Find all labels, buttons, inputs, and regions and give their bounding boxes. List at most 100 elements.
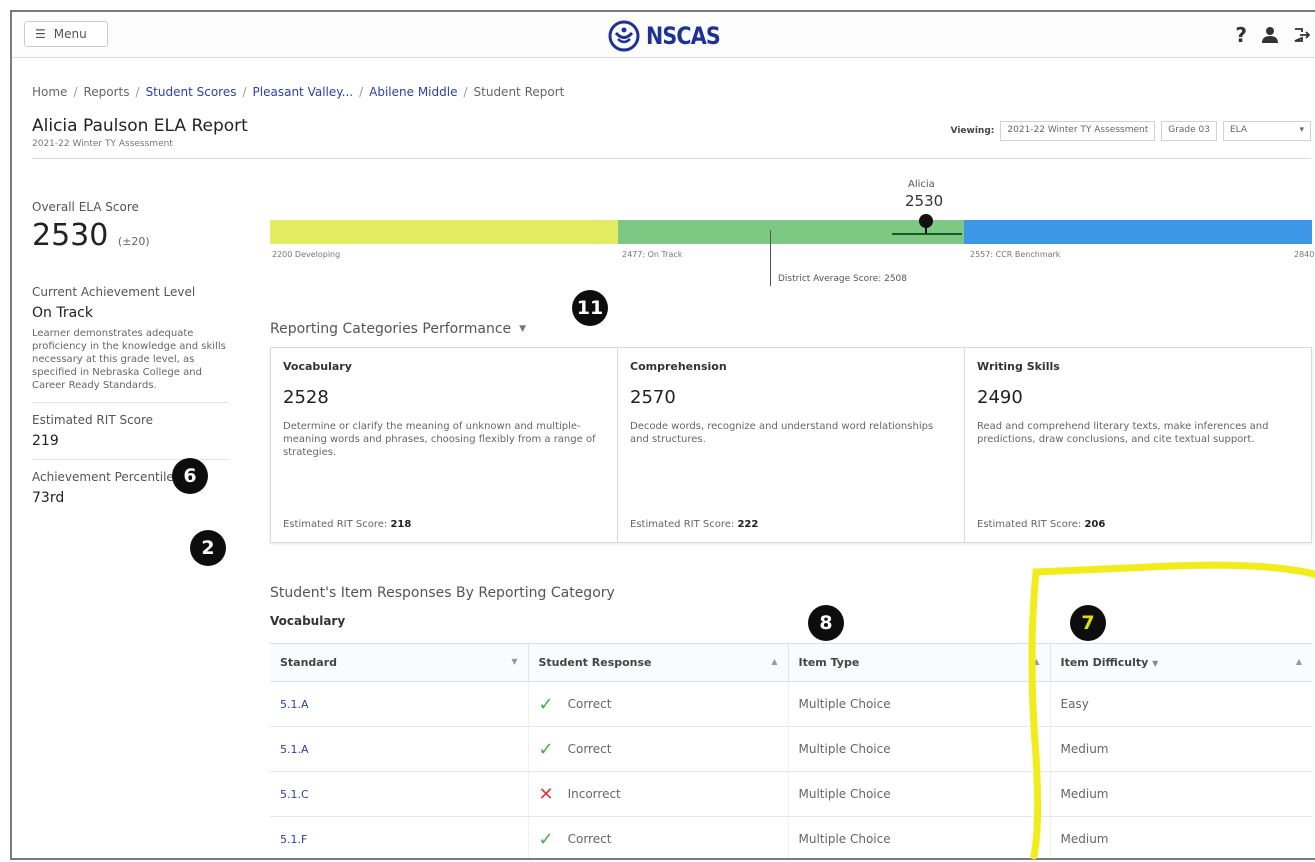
sort-down-icon[interactable]: ▼ bbox=[519, 324, 526, 334]
column-header-standard[interactable]: Standard ▼ bbox=[270, 643, 529, 682]
table-row: 5.1.F ✓ Correct Multiple Choice Medium bbox=[270, 816, 1312, 858]
item-type-cell: Multiple Choice bbox=[788, 726, 1051, 772]
item-type-cell: Multiple Choice bbox=[788, 816, 1051, 858]
column-header-item-difficulty[interactable]: Item Difficulty ▼ ▲ bbox=[1050, 643, 1312, 682]
help-icon[interactable]: ? bbox=[1235, 23, 1247, 47]
category-description: Determine or clarify the meaning of unkn… bbox=[283, 421, 596, 458]
achievement-level-value: On Track bbox=[32, 305, 93, 321]
item-type-cell: Multiple Choice bbox=[788, 771, 1051, 817]
sort-icon[interactable]: ▲ bbox=[1033, 657, 1039, 666]
standard-link[interactable]: 5.1.A bbox=[270, 726, 529, 772]
column-header-item-type[interactable]: Item Type ▲ bbox=[788, 643, 1051, 682]
breadcrumb-separator: / bbox=[463, 85, 468, 99]
standard-link[interactable]: 5.1.A bbox=[270, 681, 529, 727]
scale-segment-ccr-benchmark bbox=[964, 220, 1312, 244]
breadcrumb-reports[interactable]: Reports bbox=[83, 85, 129, 99]
category-name: Comprehension bbox=[630, 360, 727, 373]
reporting-categories-label: Reporting Categories Performance bbox=[270, 321, 512, 337]
item-type-cell: Multiple Choice bbox=[788, 681, 1051, 727]
student-marker-name: Alicia bbox=[908, 179, 935, 190]
breadcrumb-separator: / bbox=[359, 85, 364, 99]
student-marker-dot bbox=[919, 214, 933, 228]
page-title: Alicia Paulson ELA Report bbox=[32, 116, 248, 136]
table-header-row: Standard ▼ Student Response ▲ Item Type ▲ I… bbox=[270, 643, 1312, 682]
category-score: 2490 bbox=[977, 387, 1023, 408]
overall-score-label: Overall ELA Score bbox=[32, 200, 139, 214]
item-responses-table: Standard ▼ Student Response ▲ Item Type ▲ I… bbox=[270, 643, 1312, 858]
sort-down-icon[interactable]: ▼ bbox=[1152, 659, 1158, 668]
category-card-comprehension[interactable]: Comprehension 2570 Decode words, recogni… bbox=[618, 348, 965, 542]
category-score: 2570 bbox=[630, 387, 676, 408]
breadcrumb-student-scores[interactable]: Student Scores bbox=[146, 85, 237, 99]
achievement-level-description: Learner demonstrates adequate proficienc… bbox=[32, 328, 226, 391]
viewing-filters: Viewing: 2021-22 Winter TY Assessment Gr… bbox=[951, 121, 1311, 141]
category-rit-label: Estimated RIT Score: bbox=[977, 519, 1082, 530]
table-row: 5.1.C ✕ Incorrect Multiple Choice Medium bbox=[270, 771, 1312, 817]
nscas-logo[interactable]: NSCAS bbox=[608, 20, 732, 52]
overall-score-sem: (±20) bbox=[117, 235, 150, 248]
callout-7: 7 bbox=[1070, 605, 1106, 641]
item-difficulty-cell: Medium bbox=[1050, 726, 1312, 772]
response-text: Correct bbox=[567, 832, 612, 846]
nscas-logo-icon bbox=[608, 20, 640, 52]
user-icon[interactable] bbox=[1261, 26, 1279, 44]
response-text: Incorrect bbox=[567, 787, 621, 801]
student-score-range bbox=[892, 233, 962, 235]
breadcrumb-separator: / bbox=[135, 85, 140, 99]
check-icon: ✓ bbox=[538, 693, 554, 715]
hamburger-icon: ☰ bbox=[35, 27, 46, 41]
header-actions: ? bbox=[1235, 23, 1311, 47]
app-frame: ☰ Menu NSCAS ? Home / Reports / Student … bbox=[10, 10, 1315, 860]
divider bbox=[32, 402, 228, 403]
viewing-label: Viewing: bbox=[950, 126, 995, 136]
item-responses-category: Vocabulary bbox=[270, 614, 346, 628]
category-score: 2528 bbox=[283, 387, 329, 408]
item-responses-title: Student's Item Responses By Reporting Ca… bbox=[270, 585, 615, 601]
student-response-cell: ✓ Correct bbox=[528, 681, 789, 727]
student-marker-score: 2530 bbox=[905, 192, 944, 210]
logout-icon[interactable] bbox=[1293, 26, 1311, 44]
rit-score-value: 219 bbox=[32, 433, 59, 449]
callout-8: 8 bbox=[808, 605, 844, 641]
callout-11: 11 bbox=[572, 290, 608, 326]
overall-score: 2530 (±20) bbox=[32, 218, 228, 253]
category-rit-value: 206 bbox=[1084, 519, 1106, 530]
rit-score-label: Estimated RIT Score bbox=[32, 413, 154, 427]
check-icon: ✓ bbox=[538, 738, 554, 760]
standard-link[interactable]: 5.1.C bbox=[270, 771, 529, 817]
menu-button[interactable]: ☰ Menu bbox=[24, 21, 108, 47]
overall-score-value: 2530 bbox=[32, 218, 109, 253]
category-rit-value: 218 bbox=[390, 519, 412, 530]
category-rit-label: Estimated RIT Score: bbox=[283, 519, 388, 530]
category-description: Decode words, recognize and understand w… bbox=[630, 421, 934, 445]
breadcrumb-separator: / bbox=[73, 85, 78, 99]
breadcrumb-school[interactable]: Abilene Middle bbox=[369, 85, 457, 99]
subject-select[interactable]: ELA ▾ bbox=[1223, 121, 1311, 141]
sort-down-icon[interactable]: ▼ bbox=[511, 657, 517, 666]
category-rit-value: 222 bbox=[737, 519, 759, 530]
achievement-scale-bar bbox=[270, 220, 1312, 244]
table-row: 5.1.A ✓ Correct Multiple Choice Medium bbox=[270, 726, 1312, 772]
district-average-label: District Average Score: 2508 bbox=[778, 274, 908, 284]
breadcrumb-separator: / bbox=[242, 85, 247, 99]
breadcrumb-district[interactable]: Pleasant Valley... bbox=[253, 85, 354, 99]
category-card-vocabulary[interactable]: Vocabulary 2528 Determine or clarify the… bbox=[271, 348, 618, 542]
column-label: Item Type bbox=[798, 656, 860, 669]
scale-segment-developing bbox=[270, 220, 618, 244]
category-rit: Estimated RIT Score: 222 bbox=[630, 519, 758, 530]
check-icon: ✓ bbox=[538, 828, 554, 850]
standard-link[interactable]: 5.1.F bbox=[270, 816, 529, 858]
student-response-cell: ✕ Incorrect bbox=[528, 771, 789, 817]
scale-segment-on-track bbox=[618, 220, 964, 244]
column-header-student-response[interactable]: Student Response ▲ bbox=[528, 643, 789, 682]
assessment-filter[interactable]: 2021-22 Winter TY Assessment bbox=[1000, 121, 1156, 141]
breadcrumb-home[interactable]: Home bbox=[32, 85, 67, 99]
table-row: 5.1.A ✓ Correct Multiple Choice Easy bbox=[270, 681, 1312, 727]
sort-icon[interactable]: ▲ bbox=[1296, 657, 1302, 666]
category-card-writing-skills[interactable]: Writing Skills 2490 Read and comprehend … bbox=[965, 348, 1311, 542]
chevron-down-icon: ▾ bbox=[1299, 125, 1304, 135]
sort-icon[interactable]: ▲ bbox=[771, 657, 777, 666]
column-label: Standard bbox=[280, 656, 338, 669]
grade-filter[interactable]: Grade 03 bbox=[1161, 121, 1217, 141]
item-difficulty-cell: Medium bbox=[1050, 816, 1312, 858]
